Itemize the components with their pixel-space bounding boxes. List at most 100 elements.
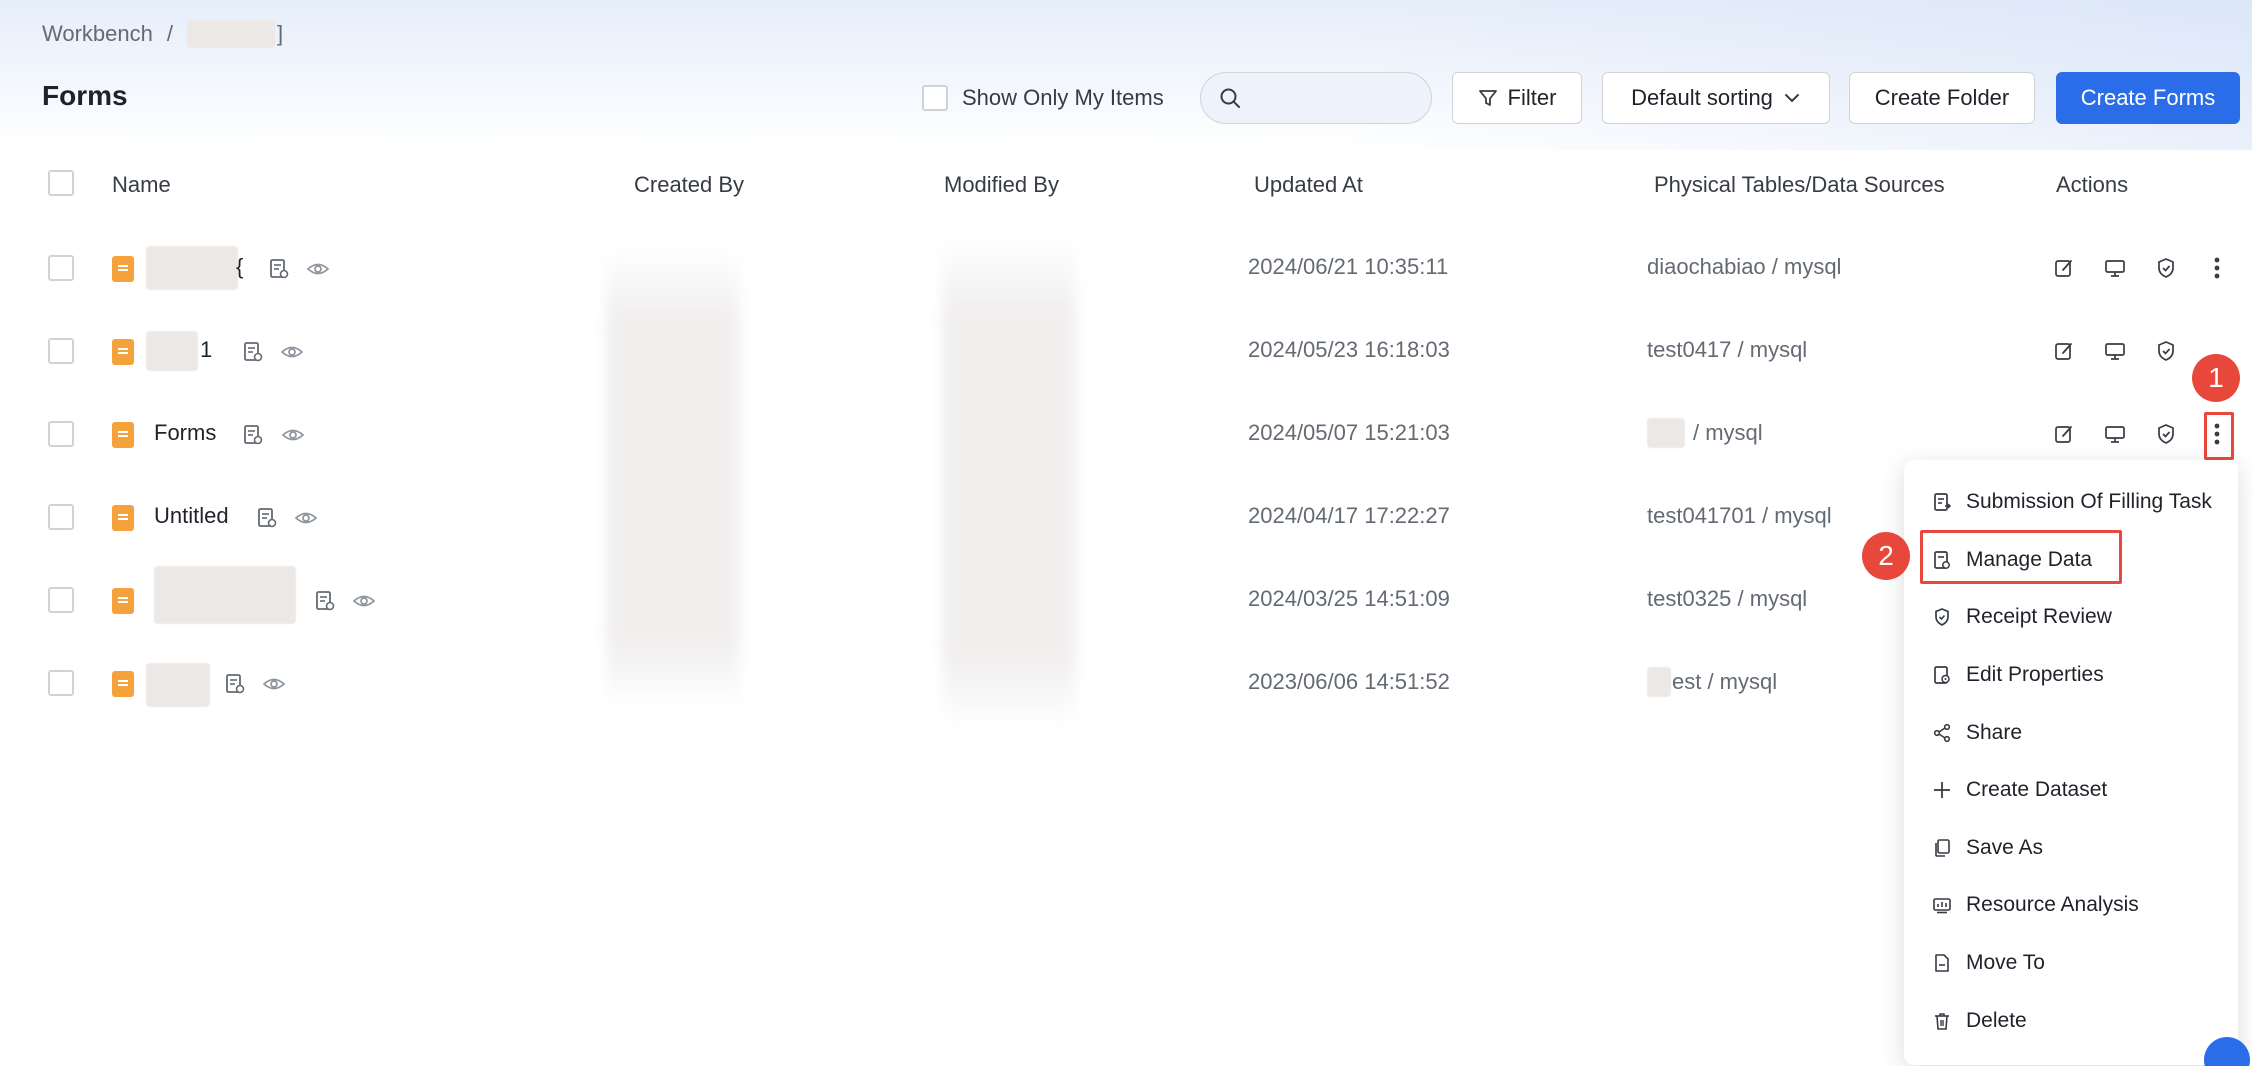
create-folder-button[interactable]: Create Folder: [1849, 72, 2035, 124]
share-icon: [1933, 723, 1951, 743]
create-forms-button[interactable]: Create Forms: [2056, 72, 2240, 124]
preview-eye-icon[interactable]: [294, 507, 318, 529]
row-checkbox[interactable]: [48, 421, 74, 447]
annotation-step-1: 1: [2192, 354, 2240, 402]
search-input[interactable]: [1251, 78, 1421, 118]
breadcrumb-root[interactable]: Workbench: [42, 21, 153, 47]
header-modified-by[interactable]: Modified By: [944, 172, 1059, 198]
row-checkbox[interactable]: [48, 504, 74, 530]
form-file-icon: [112, 588, 134, 614]
updated-at: 2023/06/06 14:51:52: [1248, 669, 1450, 694]
data-table-icon[interactable]: [268, 258, 290, 280]
updated-at: 2024/04/17 17:22:27: [1248, 503, 1450, 528]
annotation-step-2: 2: [1862, 532, 1910, 580]
show-only-mine-label: Show Only My Items: [962, 85, 1164, 110]
updated-at: 2024/06/21 10:35:11: [1248, 254, 1449, 279]
data-source: test0325 / mysql: [1647, 586, 1808, 611]
menu-item-submission-task[interactable]: Submission Of Filling Task: [1932, 482, 2212, 522]
filter-label: Filter: [1507, 85, 1557, 110]
header-created-by[interactable]: Created By: [634, 172, 744, 198]
header-sources[interactable]: Physical Tables/Data Sources: [1654, 172, 1945, 198]
breadcrumb-tail: ]: [277, 21, 284, 46]
data-source: diaochabiao / mysql: [1647, 254, 1842, 279]
data-source: test0417 / mysql: [1647, 337, 1808, 362]
form-name[interactable]: Forms: [154, 420, 216, 446]
search-box[interactable]: [1200, 72, 1432, 124]
data-source: est / mysql: [1672, 669, 1778, 694]
header-updated-at[interactable]: Updated At: [1254, 172, 1363, 198]
chevron-down-icon: [1784, 94, 1799, 103]
form-name-redacted: [146, 246, 238, 290]
show-only-mine-checkbox[interactable]: [922, 85, 948, 111]
data-table-icon[interactable]: [256, 507, 278, 529]
form-name-redacted: [146, 331, 198, 371]
search-icon: [1220, 88, 1240, 108]
menu-item-share[interactable]: Share: [1932, 713, 2022, 753]
preview-eye-icon[interactable]: [262, 673, 286, 695]
preview-eye-icon[interactable]: [281, 424, 305, 446]
header-name[interactable]: Name: [112, 172, 171, 198]
create-folder-label: Create Folder: [1874, 85, 2010, 110]
menu-item-save-as[interactable]: Save As: [1932, 828, 2043, 868]
data-source: / mysql: [1693, 420, 1763, 445]
data-source: test041701 / mysql: [1647, 503, 1832, 528]
show-only-mine-toggle[interactable]: Show Only My Items: [922, 72, 1164, 124]
menu-item-label: Delete: [1966, 1009, 2027, 1032]
create-forms-label: Create Forms: [2080, 85, 2216, 110]
menu-item-label: Share: [1966, 721, 2023, 744]
table-row[interactable]: 1 2024/05/23 16:18:03 test0417 / mysql: [0, 309, 2252, 392]
header-actions: Actions: [2056, 172, 2129, 197]
menu-item-label: Submission Of Filling Task: [1966, 490, 2212, 513]
monitor-icon[interactable]: [2101, 254, 2129, 282]
more-icon[interactable]: [2203, 254, 2231, 282]
shield-check-icon: [1935, 608, 1949, 626]
form-name-redacted: [146, 663, 210, 707]
menu-item-delete[interactable]: Delete: [1932, 1001, 2027, 1041]
form-name[interactable]: 1: [200, 337, 212, 363]
data-table-icon[interactable]: [224, 673, 246, 695]
shield-check-icon[interactable]: [2152, 254, 2180, 282]
table-name-redacted: [1647, 667, 1671, 697]
edit-icon[interactable]: [2050, 420, 2078, 448]
form-name[interactable]: {: [236, 254, 243, 280]
preview-eye-icon[interactable]: [280, 341, 304, 363]
copy-icon: [1935, 839, 1950, 857]
menu-item-resource-analysis[interactable]: Resource Analysis: [1932, 885, 2139, 925]
breadcrumb-current-redacted: [187, 20, 275, 48]
page-title: Forms: [42, 80, 128, 111]
sorting-label: Default sorting: [1631, 85, 1773, 110]
menu-item-receipt-review[interactable]: Receipt Review: [1932, 597, 2112, 637]
preview-eye-icon[interactable]: [306, 258, 330, 280]
row-checkbox[interactable]: [48, 255, 74, 281]
row-checkbox[interactable]: [48, 587, 74, 613]
data-table-icon[interactable]: [242, 424, 264, 446]
preview-eye-icon[interactable]: [352, 590, 376, 612]
menu-item-edit-properties[interactable]: Edit Properties: [1932, 655, 2104, 695]
form-name-redacted: [154, 566, 296, 624]
row-checkbox[interactable]: [48, 670, 74, 696]
menu-item-create-dataset[interactable]: Create Dataset: [1932, 770, 2107, 810]
menu-item-move-to[interactable]: Move To: [1932, 943, 2045, 983]
form-file-icon: [112, 256, 134, 282]
task-submit-icon: [1934, 493, 1952, 511]
filter-button[interactable]: Filter: [1452, 72, 1582, 124]
shield-check-icon[interactable]: [2152, 420, 2180, 448]
menu-item-label: Receipt Review: [1966, 605, 2112, 628]
row-checkbox[interactable]: [48, 338, 74, 364]
floating-help-button[interactable]: [2204, 1037, 2250, 1066]
form-name[interactable]: Untitled: [154, 503, 229, 529]
table-row[interactable]: { 2024/06/21 10:35:11 diaochabiao / mysq…: [0, 226, 2252, 309]
sorting-dropdown[interactable]: Default sorting: [1602, 72, 1830, 124]
edit-icon[interactable]: [2050, 254, 2078, 282]
trash-icon: [1935, 1013, 1949, 1030]
updated-at: 2024/03/25 14:51:09: [1248, 586, 1450, 611]
shield-check-icon[interactable]: [2152, 337, 2180, 365]
data-table-icon[interactable]: [242, 341, 264, 363]
edit-icon[interactable]: [2050, 337, 2078, 365]
monitor-icon[interactable]: [2101, 420, 2129, 448]
monitor-icon[interactable]: [2101, 337, 2129, 365]
analysis-icon: [1933, 898, 1951, 914]
select-all-checkbox[interactable]: [48, 170, 74, 196]
data-table-icon[interactable]: [314, 590, 336, 612]
breadcrumb: Workbench / ]: [42, 20, 283, 48]
